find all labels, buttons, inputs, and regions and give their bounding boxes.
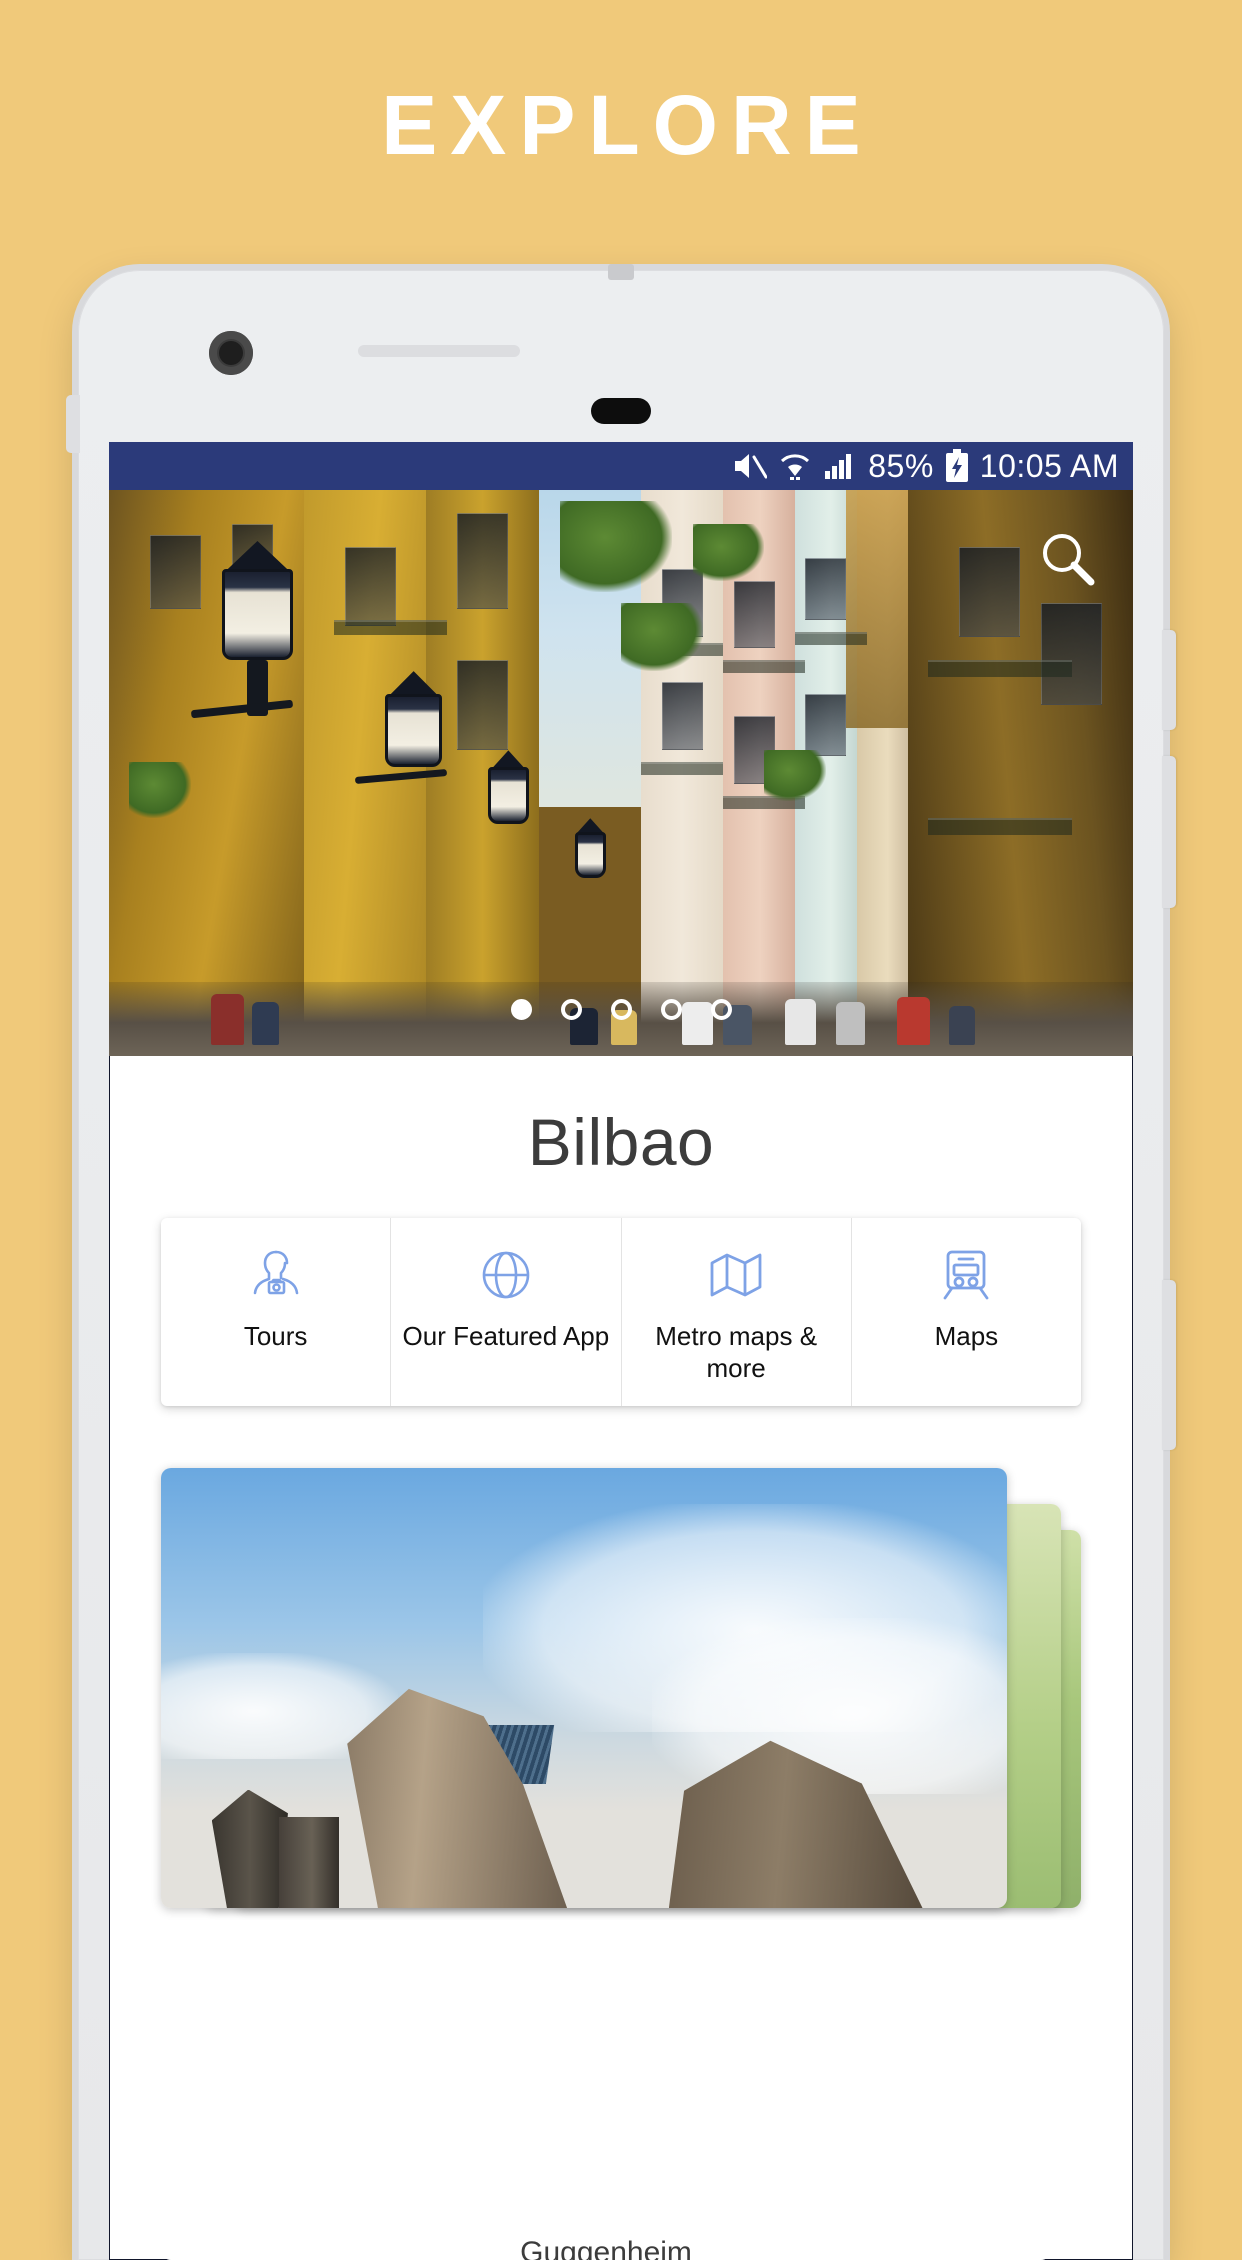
mute-icon bbox=[733, 451, 768, 481]
status-bar: 85% 10:05 AM bbox=[109, 442, 1133, 490]
quick-action-maps[interactable]: Maps bbox=[852, 1218, 1081, 1406]
clock-label: 10:05 AM bbox=[979, 448, 1119, 484]
battery-percent-label: 85% bbox=[868, 448, 934, 484]
phone-volume-up-button[interactable] bbox=[1162, 630, 1176, 730]
guggenheim-illustration bbox=[161, 1680, 1007, 1909]
quick-actions-section: Tours Our Featured App Metro maps & more… bbox=[109, 1218, 1133, 1407]
page-title: EXPLORE bbox=[381, 78, 874, 172]
battery-charging-icon bbox=[945, 449, 969, 483]
quick-action-tours[interactable]: Tours bbox=[161, 1218, 392, 1407]
featured-card-front[interactable] bbox=[161, 1468, 1008, 1909]
folded-map-icon bbox=[707, 1244, 765, 1306]
quick-action-label: Metro maps & more bbox=[655, 1321, 818, 1384]
quick-action-our-featured-app[interactable]: Our Featured App bbox=[391, 1218, 622, 1407]
phone-screen: 85% 10:05 AM Bilbao Tours Our Featured A… bbox=[109, 442, 1133, 2260]
quick-action-label: Maps bbox=[934, 1321, 999, 1351]
carousel-dot-4[interactable] bbox=[660, 999, 682, 1020]
home-button[interactable] bbox=[591, 398, 651, 424]
phone-mockup: 85% 10:05 AM Bilbao Tours Our Featured A… bbox=[66, 264, 1176, 2260]
globe-icon bbox=[477, 1244, 535, 1306]
featured-card-caption: Guggenheim bbox=[161, 2216, 1052, 2260]
city-title: Bilbao bbox=[527, 1105, 715, 1179]
quick-actions-row: Tours Our Featured App Metro maps & more… bbox=[161, 1218, 1081, 1407]
quick-action-metro-maps-more[interactable]: Metro maps & more bbox=[622, 1218, 852, 1407]
tourist-with-camera-icon bbox=[247, 1244, 305, 1306]
carousel-dot-2[interactable] bbox=[560, 999, 582, 1020]
featured-card-deck[interactable] bbox=[161, 1468, 1081, 1909]
carousel-dot-3[interactable] bbox=[610, 999, 632, 1020]
quick-action-label: Tours bbox=[243, 1321, 308, 1351]
metro-train-icon bbox=[937, 1244, 995, 1306]
carousel-dot-1[interactable] bbox=[510, 999, 532, 1020]
phone-left-button[interactable] bbox=[66, 395, 80, 453]
earpiece-speaker bbox=[358, 345, 520, 357]
wifi-icon bbox=[778, 451, 812, 481]
phone-top-tab bbox=[608, 264, 634, 280]
front-camera-icon bbox=[209, 331, 253, 375]
featured-card-caption-text: Guggenheim bbox=[520, 2236, 692, 2260]
cellular-signal-icon bbox=[823, 451, 857, 481]
phone-volume-down-button[interactable] bbox=[1162, 756, 1176, 908]
carousel-dot-5[interactable] bbox=[710, 999, 732, 1020]
hero-carousel[interactable] bbox=[109, 490, 1133, 1056]
carousel-indicator bbox=[109, 999, 1133, 1020]
phone-power-button[interactable] bbox=[1162, 1280, 1176, 1450]
quick-action-label: Our Featured App bbox=[402, 1321, 610, 1351]
hero-photo bbox=[109, 490, 1133, 1056]
search-icon[interactable] bbox=[1037, 528, 1099, 590]
